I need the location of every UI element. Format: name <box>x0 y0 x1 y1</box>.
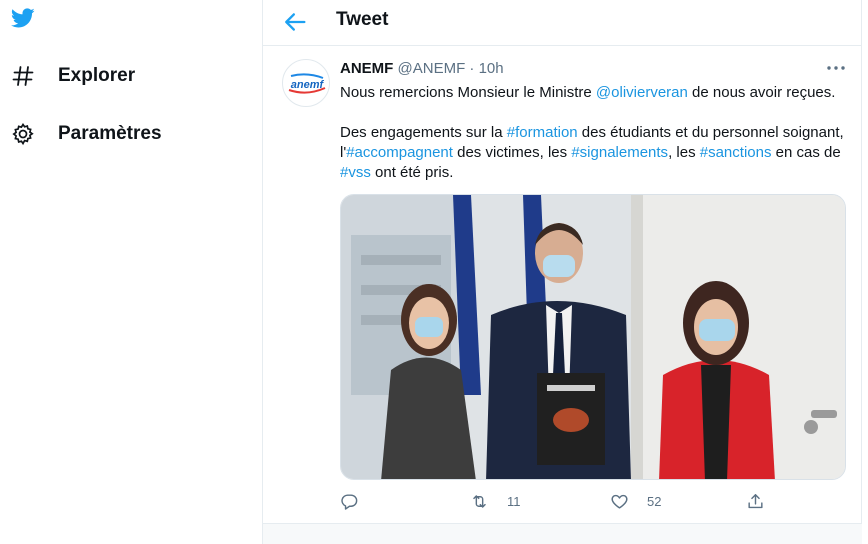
author-name[interactable]: ANEMF <box>340 60 393 77</box>
author-handle[interactable]: @ANEMF <box>398 60 466 77</box>
sidebar: Explorer Paramètres <box>0 0 262 544</box>
separator-dot: · <box>469 60 475 77</box>
page-header: Tweet <box>263 0 862 46</box>
tweet-header: ANEMF @ANEMF · 10h <box>340 60 504 77</box>
share-button[interactable] <box>746 490 783 512</box>
reply-icon <box>341 493 358 510</box>
text-segment: ont été pris. <box>370 164 454 181</box>
reply-button[interactable] <box>340 490 377 512</box>
twitter-bird-icon[interactable] <box>8 6 38 30</box>
sidebar-item-label: Explorer <box>58 65 136 86</box>
tweet-column: Tweet anemf ANEMF @ANEMF · 10h Nous reme… <box>262 0 862 544</box>
page-title: Tweet <box>336 9 389 30</box>
reply-section-divider <box>263 523 862 544</box>
sidebar-item-explorer[interactable]: Explorer <box>0 56 240 96</box>
hashtag-link[interactable]: #sanctions <box>700 144 772 161</box>
retweet-button[interactable]: 11 <box>470 490 521 512</box>
tweet-text-paragraph: Des engagements sur la #formation des ét… <box>340 123 850 183</box>
more-options-icon[interactable] <box>823 58 849 78</box>
retweet-count: 11 <box>507 493 521 509</box>
mention-link[interactable]: @olivierveran <box>596 84 688 101</box>
share-icon <box>748 493 763 508</box>
heart-icon <box>611 494 628 509</box>
hashtag-link[interactable]: #accompagnent <box>346 144 453 161</box>
sidebar-item-label: Paramètres <box>58 123 162 144</box>
hashtag-link[interactable]: #vss <box>340 164 371 181</box>
avatar[interactable]: anemf <box>282 59 330 107</box>
hashtag-icon <box>12 66 34 86</box>
sidebar-item-parametres[interactable]: Paramètres <box>0 114 240 154</box>
text-segment: en cas de <box>771 144 841 161</box>
svg-text:anemf: anemf <box>291 79 325 91</box>
text-segment: , les <box>668 144 700 161</box>
retweet-icon <box>473 494 486 508</box>
text-segment: de nous avoir reçues. <box>687 84 836 101</box>
tweet-photo[interactable] <box>340 194 846 480</box>
text-segment: Nous remercions Monsieur le Ministre <box>340 84 596 101</box>
photo-of-four-people-with-report <box>341 195 845 479</box>
tweet-timestamp[interactable]: 10h <box>479 60 504 77</box>
hashtag-link[interactable]: #signalements <box>571 144 668 161</box>
hashtag-link[interactable]: #formation <box>507 124 578 141</box>
anemf-logo-icon: anemf <box>287 73 327 94</box>
arrow-left-icon[interactable] <box>281 8 309 36</box>
tweet-text-line1: Nous remercions Monsieur le Ministre @ol… <box>340 83 850 103</box>
like-count: 52 <box>647 493 662 509</box>
tweet-actions: 11 52 <box>340 490 850 512</box>
like-button[interactable]: 52 <box>610 490 661 512</box>
text-segment: des victimes, les <box>452 144 572 161</box>
gear-icon <box>12 122 34 146</box>
text-segment: Des engagements sur la <box>340 124 507 141</box>
